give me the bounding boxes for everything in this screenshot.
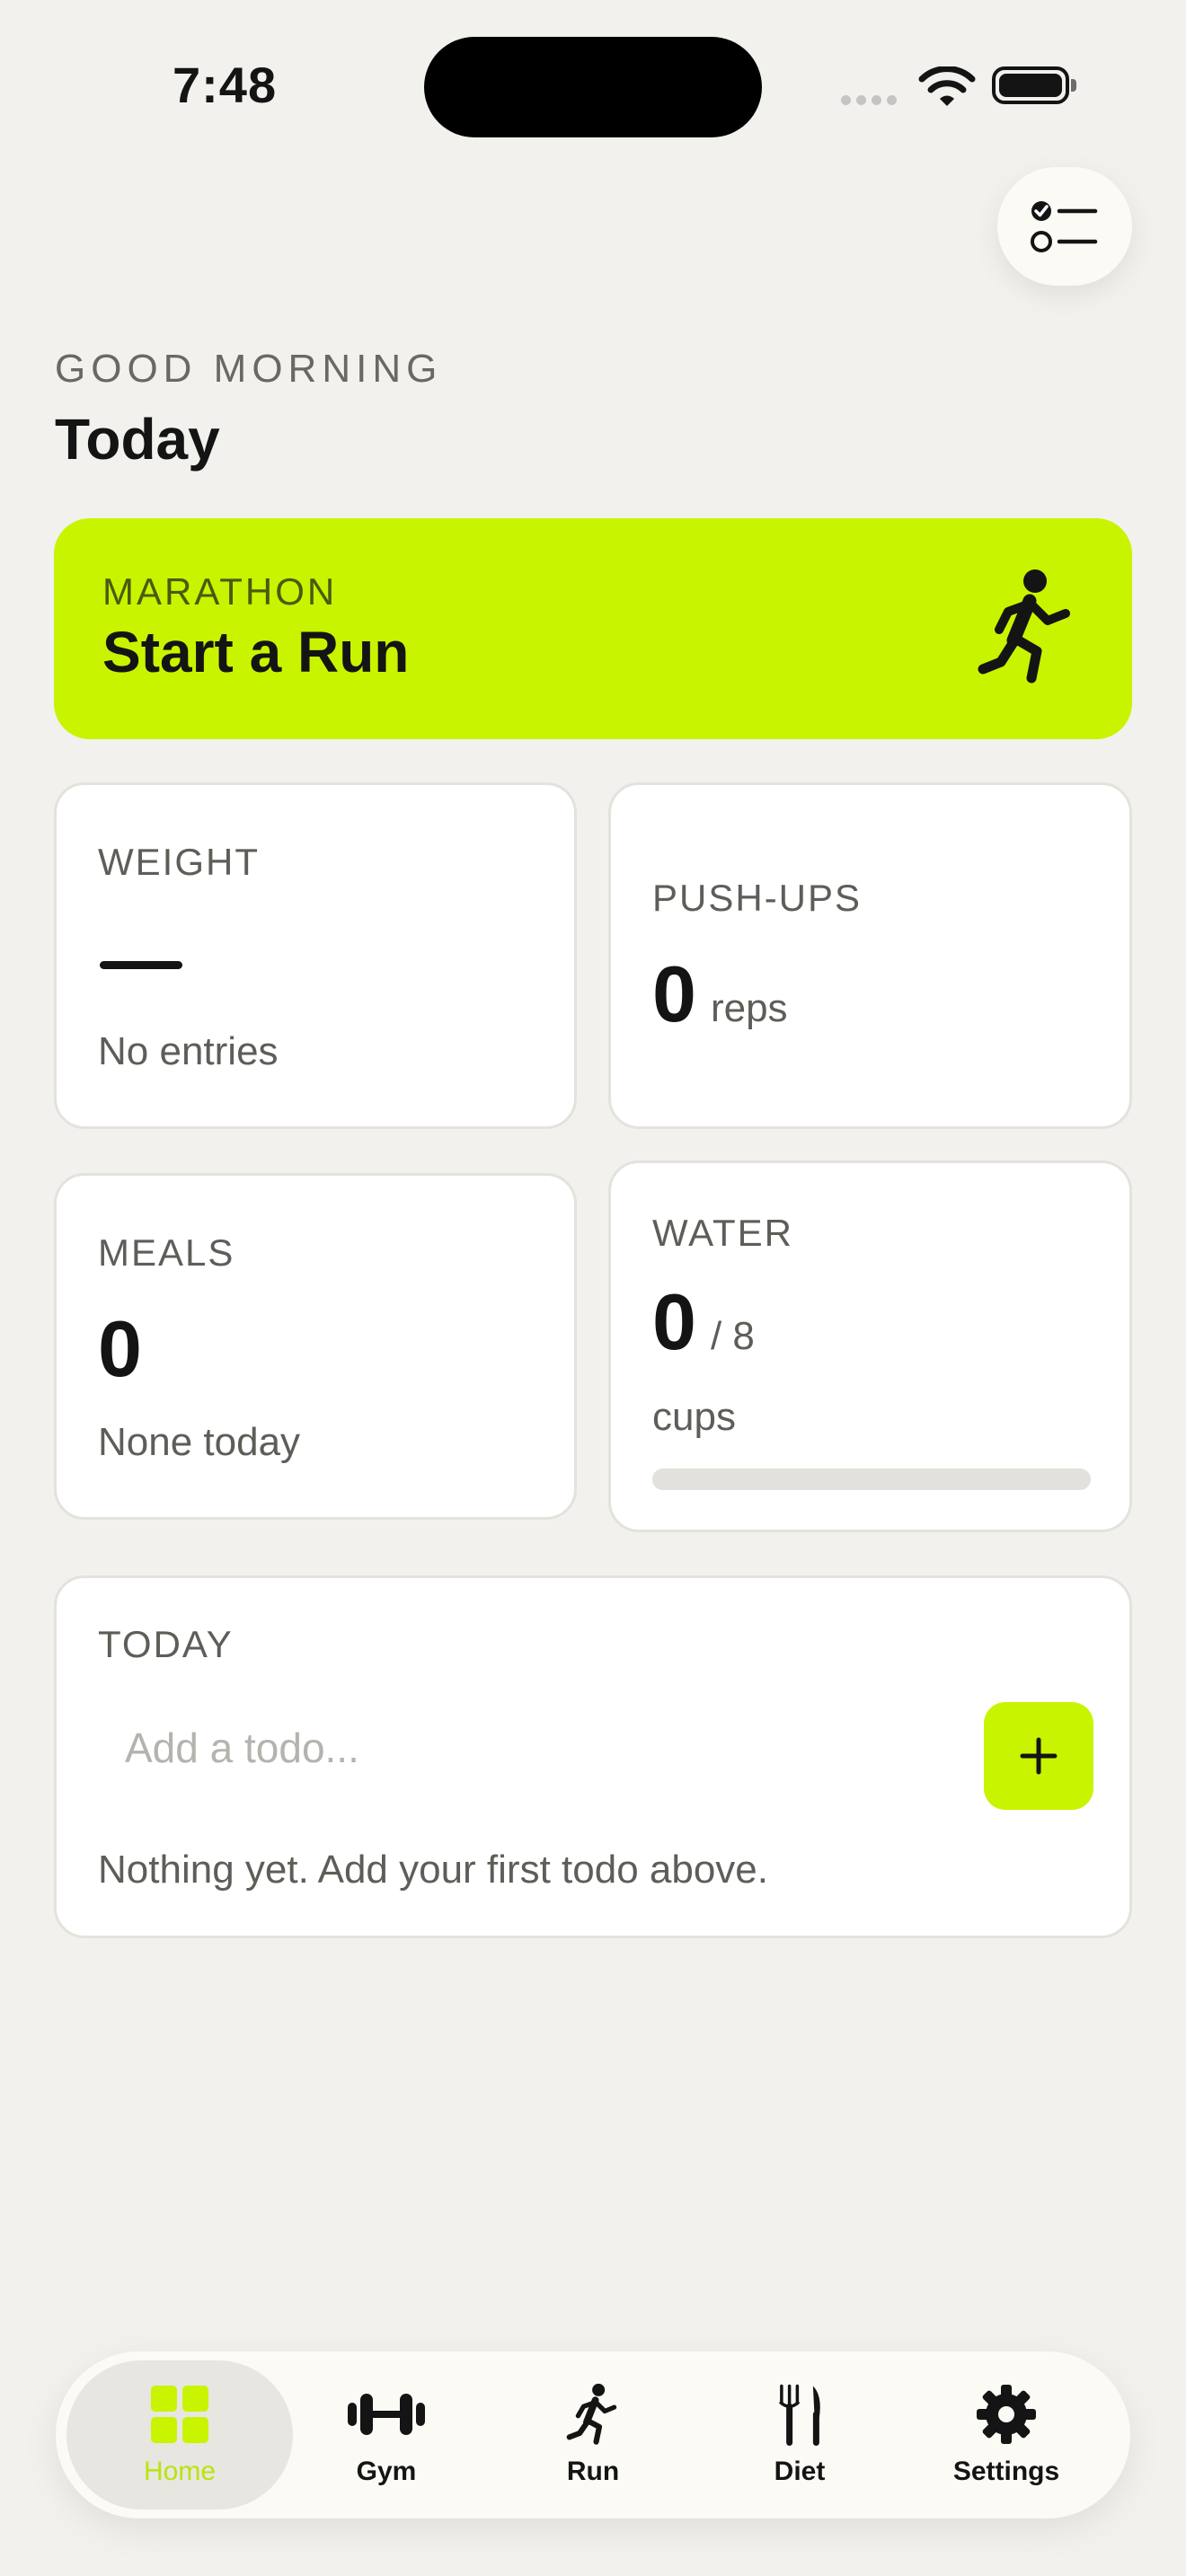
dynamic-island xyxy=(424,37,762,137)
plus-icon xyxy=(1020,1737,1058,1775)
battery-icon xyxy=(992,66,1076,104)
grid-icon xyxy=(151,2386,208,2443)
todo-empty-text: Nothing yet. Add your first todo above. xyxy=(98,1848,769,1892)
page-title: Today xyxy=(55,407,220,472)
run-card-eyebrow: MARATHON xyxy=(102,570,338,613)
water-unit: cups xyxy=(652,1395,736,1439)
wifi-icon xyxy=(918,66,976,106)
start-run-card[interactable]: MARATHON Start a Run xyxy=(54,518,1132,739)
tab-home-label: Home xyxy=(143,2457,217,2486)
tab-settings-label: Settings xyxy=(952,2457,1060,2486)
tab-gym-label: Gym xyxy=(356,2457,417,2486)
tab-settings[interactable]: Settings xyxy=(902,2360,1111,2510)
tab-gym[interactable]: Gym xyxy=(282,2360,491,2510)
checklist-icon xyxy=(1031,201,1098,252)
todo-input[interactable] xyxy=(98,1698,996,1797)
add-todo-button[interactable] xyxy=(984,1702,1093,1810)
fork-knife-icon xyxy=(778,2384,820,2446)
running-person-icon xyxy=(978,569,1070,684)
water-value: 0 xyxy=(652,1277,696,1366)
tab-run-label: Run xyxy=(566,2457,620,2486)
tab-bar: Home Gym Run Diet Settings xyxy=(56,2351,1130,2519)
gear-icon xyxy=(977,2385,1036,2444)
meals-value: 0 xyxy=(98,1304,142,1393)
status-time: 7:48 xyxy=(173,57,278,113)
meals-sub: None today xyxy=(98,1420,301,1464)
weight-empty-value xyxy=(100,961,182,969)
tab-home[interactable]: Home xyxy=(66,2360,293,2510)
todo-label: TODAY xyxy=(98,1623,234,1665)
pushups-value: 0 xyxy=(652,949,696,1038)
tab-diet-label: Diet xyxy=(774,2457,826,2486)
water-label: WATER xyxy=(652,1212,793,1254)
dumbbell-icon xyxy=(348,2394,425,2435)
todo-list-button[interactable] xyxy=(997,167,1132,286)
pushups-unit: reps xyxy=(710,986,788,1030)
pushups-label: PUSH-UPS xyxy=(652,877,863,919)
meals-card[interactable]: MEALS 0 None today xyxy=(54,1173,577,1520)
water-progress-bar xyxy=(652,1469,1091,1490)
weight-sub: No entries xyxy=(98,1029,279,1073)
meals-label: MEALS xyxy=(98,1231,235,1274)
water-card[interactable]: WATER 0 / 8 cups xyxy=(608,1160,1132,1532)
run-card-title: Start a Run xyxy=(102,620,410,684)
tab-run[interactable]: Run xyxy=(489,2360,697,2510)
water-goal: / 8 xyxy=(710,1314,755,1358)
weight-label: WEIGHT xyxy=(98,841,260,883)
cellular-signal-icon xyxy=(841,93,902,110)
tab-diet[interactable]: Diet xyxy=(695,2360,904,2510)
greeting: GOOD MORNING xyxy=(55,347,443,391)
todo-card: TODAY Nothing yet. Add your first todo a… xyxy=(54,1575,1132,1938)
weight-card[interactable]: WEIGHT No entries xyxy=(54,782,577,1129)
running-person-icon xyxy=(566,2383,617,2445)
pushups-card[interactable]: PUSH-UPS 0 reps xyxy=(608,782,1132,1129)
